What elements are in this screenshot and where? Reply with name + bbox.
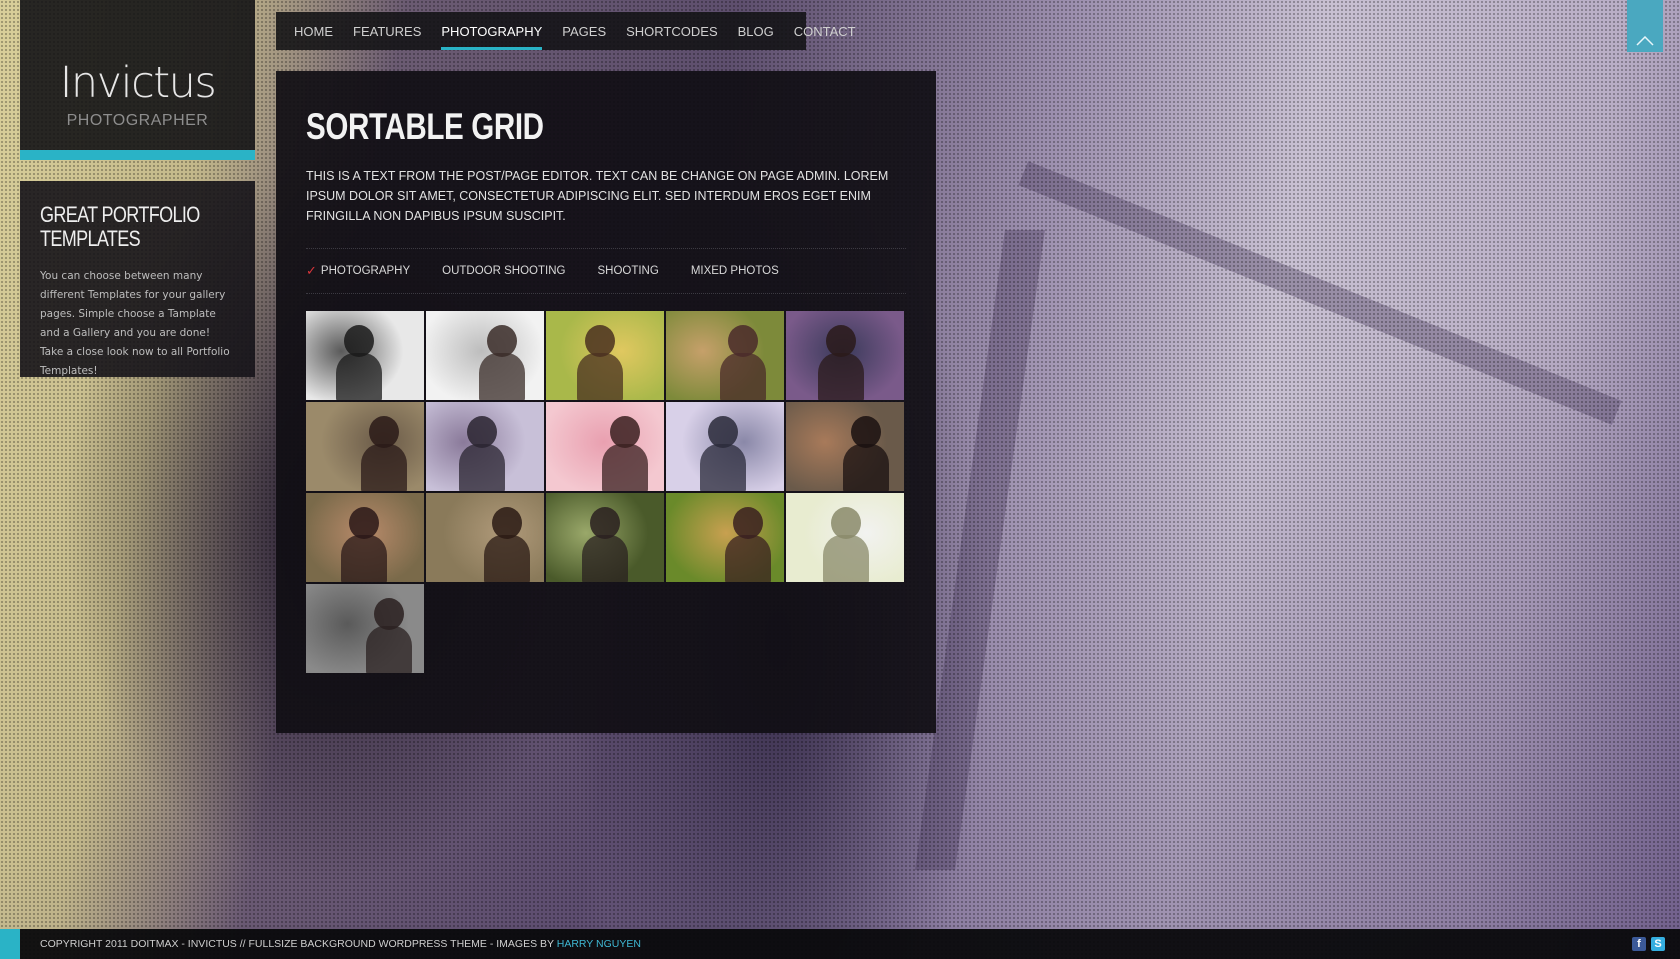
nav-item-pages[interactable]: PAGES xyxy=(562,12,606,50)
nav-item-shortcodes[interactable]: SHORTCODES xyxy=(626,12,718,50)
photo-subject xyxy=(577,353,623,400)
page-title: SORTABLE GRID xyxy=(306,106,544,147)
photo-subject-head xyxy=(487,325,517,357)
checkmark-icon: ✓ xyxy=(306,263,317,279)
photo-subject-head xyxy=(708,416,738,448)
content-panel: SORTABLE GRID THIS IS A TEXT FROM THE PO… xyxy=(276,71,936,733)
photo-subject-head xyxy=(467,416,497,448)
photographer-link[interactable]: HARRY NGUYEN xyxy=(557,938,641,950)
photo-subject-head xyxy=(585,325,615,357)
filter-photography[interactable]: ✓ PHOTOGRAPHY xyxy=(306,264,410,279)
gallery-thumbnail[interactable] xyxy=(426,402,544,491)
photo-subject-head xyxy=(492,507,522,539)
gallery-thumbnail[interactable] xyxy=(426,311,544,400)
photo-subject xyxy=(582,535,628,582)
photo-subject xyxy=(341,535,387,582)
gallery-thumbnail[interactable] xyxy=(546,493,664,582)
filter-label: SHOOTING xyxy=(597,265,659,277)
page-description: THIS IS A TEXT FROM THE POST/PAGE EDITOR… xyxy=(306,169,889,223)
photo-subject-head xyxy=(733,507,763,539)
site-footer: COPYRIGHT 2011 DOITMAX - INVICTUS // FUL… xyxy=(0,929,1680,959)
widget-text: You can choose between many different Te… xyxy=(40,270,230,377)
gallery-thumbnail[interactable] xyxy=(426,493,544,582)
gallery-thumbnail[interactable] xyxy=(306,493,424,582)
facebook-icon[interactable]: f xyxy=(1632,937,1646,951)
filter-outdoor-shooting[interactable]: OUTDOOR SHOOTING xyxy=(442,265,565,277)
nav-item-blog[interactable]: BLOG xyxy=(738,12,774,50)
gallery-thumbnail[interactable] xyxy=(306,311,424,400)
gallery-thumbnail[interactable] xyxy=(546,402,664,491)
photo-subject-head xyxy=(610,416,640,448)
photo-subject-head xyxy=(369,416,399,448)
gallery-thumbnail[interactable] xyxy=(786,493,904,582)
copyright-text: COPYRIGHT 2011 DOITMAX - INVICTUS // FUL… xyxy=(40,938,557,950)
photo-subject xyxy=(602,444,648,491)
gallery-thumbnail[interactable] xyxy=(666,493,784,582)
footer-copyright: COPYRIGHT 2011 DOITMAX - INVICTUS // FUL… xyxy=(40,938,641,950)
photo-subject-head xyxy=(728,325,758,357)
gallery-thumbnail[interactable] xyxy=(666,402,784,491)
photo-subject-head xyxy=(374,598,404,630)
photo-subject-head xyxy=(344,325,374,357)
gallery-thumbnail[interactable] xyxy=(306,584,424,673)
photo-subject xyxy=(843,444,889,491)
filter-shooting[interactable]: SHOOTING xyxy=(597,265,658,277)
portfolio-widget: GREAT PORTFOLIO TEMPLATES You can choose… xyxy=(20,181,255,377)
photo-subject xyxy=(725,535,771,582)
photo-subject xyxy=(459,444,505,491)
gallery-thumbnail[interactable] xyxy=(306,402,424,491)
skype-glyph: S xyxy=(1654,938,1662,950)
nav-item-contact[interactable]: CONTACT xyxy=(794,12,856,50)
nav-item-home[interactable]: HOME xyxy=(294,12,333,50)
filter-label: MIXED PHOTOS xyxy=(690,265,779,277)
site-logo[interactable]: Invictus PHOTOGRAPHER xyxy=(20,0,255,160)
photo-subject-head xyxy=(590,507,620,539)
photo-subject-head xyxy=(349,507,379,539)
photo-subject-head xyxy=(851,416,881,448)
facebook-glyph: f xyxy=(1637,938,1641,950)
photo-subject xyxy=(818,353,864,400)
skype-icon[interactable]: S xyxy=(1651,937,1665,951)
gallery-thumbnail[interactable] xyxy=(546,311,664,400)
logo-title: Invictus xyxy=(59,58,217,108)
photo-subject xyxy=(823,535,869,582)
photo-subject xyxy=(336,353,382,400)
photo-subject xyxy=(366,626,412,673)
gallery-thumbnail[interactable] xyxy=(786,402,904,491)
photo-subject-head xyxy=(826,325,856,357)
photo-subject xyxy=(720,353,766,400)
gallery-thumbnail[interactable] xyxy=(666,311,784,400)
filter-label: OUTDOOR SHOOTING xyxy=(442,265,566,277)
photo-subject xyxy=(479,353,525,400)
logo-subtitle: PHOTOGRAPHER xyxy=(66,112,209,129)
filter-mixed-photos[interactable]: MIXED PHOTOS xyxy=(691,265,779,277)
widget-title: GREAT PORTFOLIO TEMPLATES xyxy=(40,202,200,251)
photo-grid xyxy=(306,311,906,673)
photo-subject xyxy=(484,535,530,582)
filter-label: PHOTOGRAPHY xyxy=(320,265,411,277)
nav-item-photography[interactable]: PHOTOGRAPHY xyxy=(441,12,542,50)
back-to-top-button[interactable] xyxy=(1627,0,1663,52)
photo-subject-head xyxy=(831,507,861,539)
footer-accent xyxy=(0,929,20,959)
photo-subject xyxy=(361,444,407,491)
nav-item-features[interactable]: FEATURES xyxy=(353,12,421,50)
photo-subject xyxy=(700,444,746,491)
main-navigation: HOME FEATURES PHOTOGRAPHY PAGES SHORTCOD… xyxy=(276,12,856,50)
gallery-thumbnail[interactable] xyxy=(786,311,904,400)
chevron-up-icon xyxy=(1636,36,1654,46)
gallery-filter-bar: ✓ PHOTOGRAPHY OUTDOOR SHOOTING SHOOTING … xyxy=(306,248,906,294)
